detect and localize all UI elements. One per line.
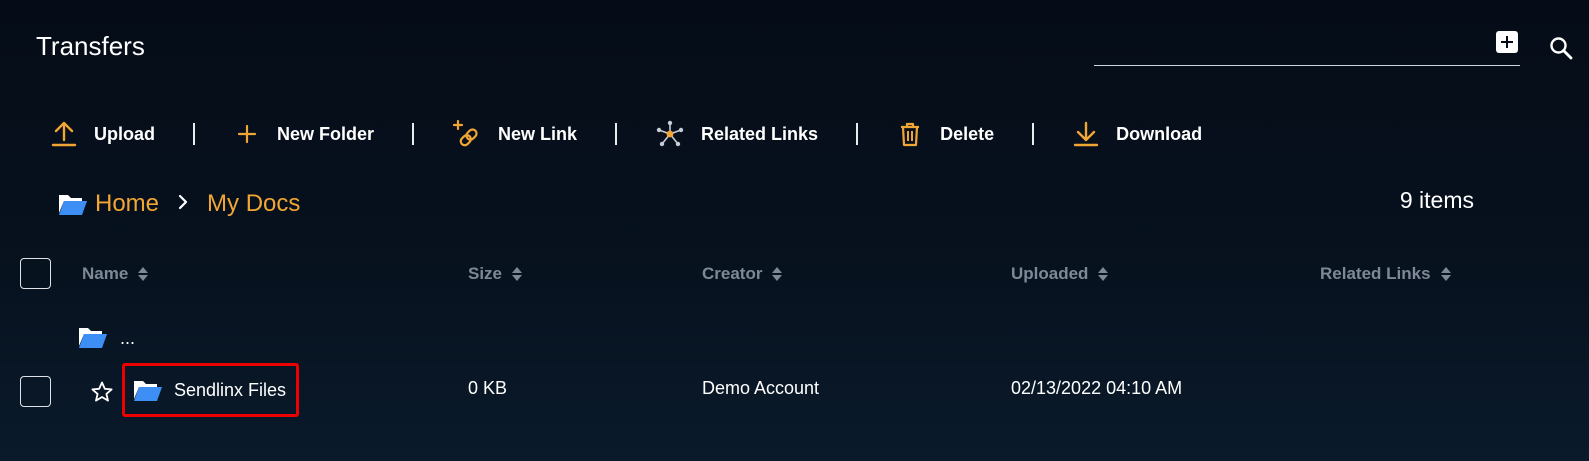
column-header-creator[interactable]: Creator [702,263,783,285]
column-header-uploaded[interactable]: Uploaded [1011,263,1109,285]
breadcrumb-my-docs[interactable]: My Docs [207,190,300,218]
toolbar-divider [193,123,195,145]
toolbar-divider [412,123,415,145]
toolbar-divider [1032,123,1035,145]
column-header-label: Name [82,264,129,283]
column-header-label: Uploaded [1011,264,1089,283]
star-icon[interactable] [90,380,114,404]
column-header-label: Creator [702,264,763,283]
delete-label: Delete [940,123,995,144]
column-header-label: Related Links [1320,264,1431,283]
sort-icon [138,267,149,281]
sort-icon [1440,267,1451,281]
toolbar-divider [615,123,618,145]
chevron-right-icon [177,194,189,215]
breadcrumb: Home My Docs [58,187,300,221]
file-uploaded: 02/13/2022 04:10 AM [1011,378,1183,398]
sort-icon [1098,267,1109,281]
breadcrumb-home[interactable]: Home [95,190,159,218]
column-header-name[interactable]: Name [82,263,149,285]
new-link-label: New Link [498,123,578,144]
plus-icon [237,124,257,144]
search-icon[interactable] [1548,35,1574,61]
file-name-cell[interactable]: Sendlinx Files [122,363,299,417]
trash-icon [901,122,920,147]
column-header-related-links[interactable]: Related Links [1320,263,1452,285]
download-button[interactable]: Download [1072,116,1202,152]
folder-open-icon [79,328,107,348]
parent-folder-label: ... [120,327,136,348]
transfers-page: Transfers Upload New Folder New Link Rel… [0,0,1589,461]
column-header-label: Size [468,264,503,283]
parent-folder-row[interactable]: ... [78,324,135,350]
download-icon [1073,121,1099,147]
download-label: Download [1116,123,1203,144]
row-checkbox[interactable] [20,376,51,407]
table-row[interactable]: Sendlinx Files 0 KB Demo Account 02/13/2… [0,363,1589,417]
related-links-button[interactable]: Related Links [655,116,818,152]
file-name: Sendlinx Files [174,379,287,400]
new-link-button[interactable]: New Link [452,116,577,152]
upload-icon [51,121,77,147]
related-links-label: Related Links [701,123,819,144]
plus-square-icon[interactable] [1496,31,1518,53]
new-folder-label: New Folder [277,123,375,144]
sort-icon [772,267,783,281]
toolbar: Upload New Folder New Link Related Links… [50,116,1202,152]
select-all-checkbox[interactable] [20,258,51,289]
column-header-size[interactable]: Size [468,263,523,285]
folder-open-icon [59,195,87,215]
file-size: 0 KB [468,378,508,398]
upload-label: Upload [94,123,155,144]
link-add-icon [452,119,478,147]
toolbar-divider [856,123,859,145]
delete-button[interactable]: Delete [896,116,994,152]
item-count: 9 items [1399,187,1474,213]
sort-icon [512,267,523,281]
page-title: Transfers [36,31,145,61]
search-input[interactable] [1094,65,1520,66]
network-icon [656,120,684,147]
upload-button[interactable]: Upload [50,116,155,152]
new-folder-button[interactable]: New Folder [233,116,374,152]
file-creator: Demo Account [702,378,820,398]
folder-open-icon [134,381,162,401]
